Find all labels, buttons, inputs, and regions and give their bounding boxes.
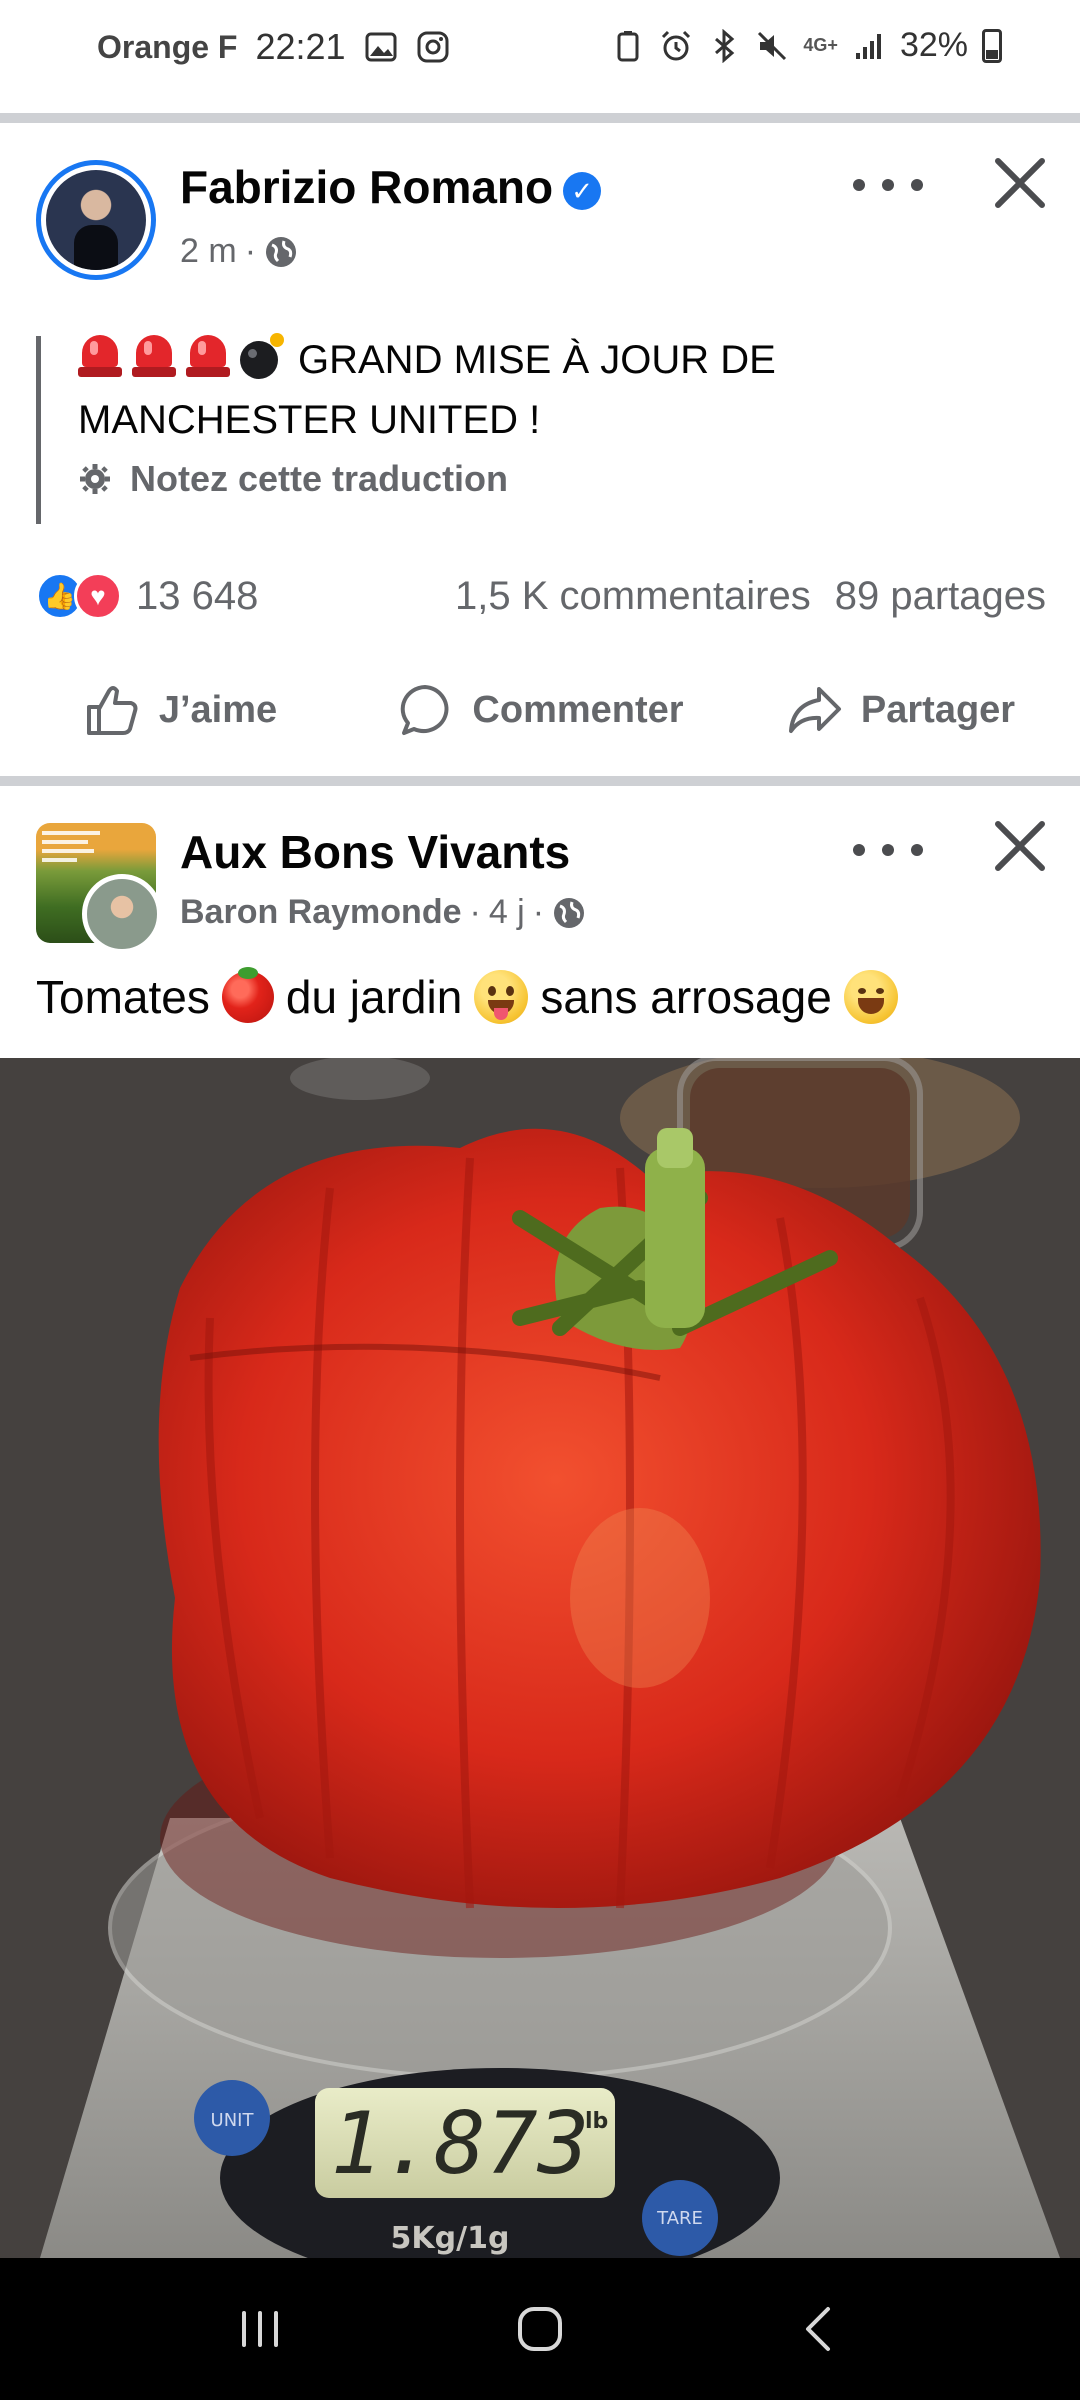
comment-icon [401,685,449,735]
back-button[interactable] [775,2284,865,2374]
page-name[interactable]: Aux Bons Vivants [180,825,570,879]
rate-translation-label[interactable]: Notez cette traduction [130,458,508,500]
tomato-emoji-icon [221,967,274,1023]
comments-count[interactable]: 1,5 K commentaires [455,574,811,619]
reaction-summary[interactable]: 👍 ♥ [36,572,122,620]
reactions-row: 👍 ♥ 13 648 1,5 K commentaires 89 partage… [36,566,1046,626]
post-text: GRAND MISE À JOUR DE MANCHESTER UNITED ! [78,330,1028,450]
siren-emoji-icon [132,333,176,379]
feed-divider [0,776,1080,786]
battery-icon [982,28,1002,63]
scale-tare-button-label: TARE [656,2208,703,2229]
close-icon[interactable] [992,818,1048,874]
post-time[interactable]: 4 j [489,893,525,932]
more-options-button[interactable] [853,830,923,870]
mute-icon [758,31,787,60]
instagram-icon [417,31,449,63]
tomato-on-scale-image: 1.873 lb UNIT TARE 5Kg/1g [0,1058,1080,2258]
share-label[interactable]: Partager [861,689,1015,732]
like-button[interactable]: J’aime [0,665,360,755]
drooling-face-emoji-icon [474,970,529,1024]
network-type: 4G+ [803,35,838,55]
bluetooth-icon [715,28,735,63]
gallery-icon [365,32,397,62]
reaction-count[interactable]: 13 648 [136,574,258,619]
shares-count[interactable]: 89 partages [835,574,1046,619]
gear-icon [80,464,110,494]
home-button[interactable] [495,2284,585,2374]
author-avatar[interactable] [36,160,156,280]
post-meta: 2 m · [180,232,298,271]
author-name-row[interactable]: Fabrizio Romano ✓ [180,160,602,214]
post-actions: J’aime Commenter Partager [0,665,1080,755]
back-chevron-icon [806,2307,830,2351]
scale-capacity: 5Kg/1g [391,2221,510,2256]
quote-bar [36,336,41,524]
feed-divider [0,113,1080,123]
system-navigation-bar [0,2258,1080,2400]
alarm-icon [662,30,691,60]
battery-saver-icon [617,30,639,61]
post-photo[interactable]: 1.873 lb UNIT TARE 5Kg/1g [0,1058,1080,2258]
globe-icon [554,897,585,928]
sweat-smile-emoji-icon [843,970,898,1024]
siren-emoji-icon [78,333,122,379]
close-icon[interactable] [992,155,1048,211]
post-text: Tomates du jardin sans arrosage [36,967,898,1024]
battery-percent: 32% [899,26,968,64]
recent-apps-icon [242,2311,278,2347]
scale-unit: lb [585,2109,608,2134]
home-icon [518,2307,562,2351]
scale-reading: 1.873 [331,2094,590,2194]
comment-button[interactable]: Commenter [360,665,720,755]
status-bar: Orange F 22:21 4G+ 32% [0,0,1080,100]
globe-icon [266,236,297,267]
author-name[interactable]: Fabrizio Romano [180,161,553,213]
more-options-button[interactable] [853,165,923,205]
rate-translation-link[interactable]: Notez cette traduction [78,458,508,500]
signal-icon [855,33,881,59]
share-icon [788,687,841,733]
bomb-emoji-icon [240,333,284,379]
recent-apps-button[interactable] [215,2284,305,2374]
post-meta: Baron Raymonde · 4 j · [180,893,586,932]
scale-unit-button-label: UNIT [211,2110,255,2131]
carrier-name: Orange F [97,28,238,65]
thumbs-up-icon [86,686,138,735]
love-reaction-icon: ♥ [74,572,122,620]
clock: 22:21 [255,26,346,67]
post-author[interactable]: Baron Raymonde [180,893,462,932]
comment-label[interactable]: Commenter [472,689,683,732]
post-text-part: Tomates [36,971,210,1023]
post-time[interactable]: 2 m [180,232,237,271]
post-text-part: du jardin [285,971,463,1023]
author-avatar[interactable] [82,874,162,954]
share-button[interactable]: Partager [720,665,1080,755]
post-text-part: sans arrosage [540,971,832,1023]
post-text-content: GRAND MISE À JOUR DE MANCHESTER UNITED ! [78,338,776,442]
like-label[interactable]: J’aime [159,689,277,732]
verified-badge-icon: ✓ [563,171,602,210]
siren-emoji-icon [186,333,230,379]
